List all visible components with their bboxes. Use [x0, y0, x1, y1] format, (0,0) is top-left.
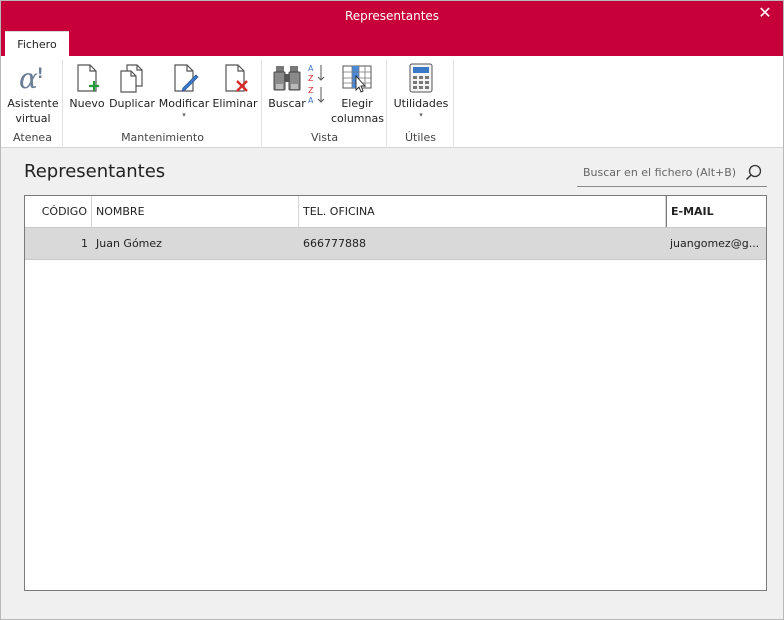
edit-document-icon	[174, 64, 199, 92]
delete-document-icon	[225, 64, 248, 92]
modificar-dropdown-icon: ▾	[182, 111, 186, 119]
group-label-mantenimiento: Mantenimiento	[121, 131, 204, 144]
elegir-columnas-button[interactable]: Elegir columnas	[331, 62, 384, 126]
ribbon-group-mantenimiento: Nuevo Duplicar Modificar ▾ Eliminar Mant…	[64, 60, 262, 146]
ribbon-group-vista: Buscar A Z Z A Elegir columnas Vista	[263, 60, 387, 146]
data-grid: CÓDIGO NOMBRE TEL. OFICINA E-MAIL 1 Juan…	[24, 195, 767, 591]
elegir-label-1: Elegir	[341, 97, 373, 110]
tab-fichero[interactable]: Fichero	[5, 31, 69, 56]
asistente-label-1: Asistente	[7, 97, 59, 110]
ribbon: α ! Asistente virtual Atenea Nuevo Dupli…	[1, 56, 783, 148]
utilidades-dropdown-icon: ▾	[419, 111, 423, 119]
close-button[interactable]: ✕	[755, 3, 775, 23]
search-icon[interactable]	[745, 164, 763, 182]
cell-tel-oficina: 666777888	[303, 237, 366, 250]
cell-nombre: Juan Gómez	[96, 237, 162, 250]
choose-columns-icon	[342, 65, 372, 93]
svg-text:Z: Z	[308, 86, 314, 95]
search-placeholder: Buscar en el fichero (Alt+B)	[583, 166, 737, 179]
window-title: Representantes	[344, 9, 440, 23]
group-label-utiles: Útiles	[405, 131, 436, 144]
cell-codigo: 1	[81, 237, 88, 250]
nuevo-button[interactable]: Nuevo	[68, 62, 106, 111]
column-header-email[interactable]: E-MAIL	[666, 196, 766, 227]
group-label-atenea: Atenea	[13, 131, 52, 144]
search-input[interactable]: Buscar en el fichero (Alt+B)	[577, 161, 767, 187]
svg-text:!: !	[37, 66, 43, 82]
svg-text:A: A	[308, 96, 314, 105]
cell-email: juangomez@g...	[670, 237, 760, 250]
duplicate-icon	[120, 64, 143, 93]
alpha-assistant-icon: α !	[19, 62, 43, 94]
nuevo-label: Nuevo	[69, 97, 105, 110]
modificar-button[interactable]: Modificar ▾	[158, 62, 210, 119]
new-document-icon	[77, 64, 99, 92]
app-window: Representantes ✕ Fichero α ! Asistente v…	[0, 0, 784, 620]
title-bar: Representantes ✕ Fichero	[1, 1, 783, 56]
elegir-label-2: columnas	[331, 112, 384, 125]
utilidades-label: Utilidades	[393, 97, 449, 110]
calculator-icon	[409, 63, 433, 93]
eliminar-button[interactable]: Eliminar	[212, 62, 258, 111]
main-content: Representantes Buscar en el fichero (Alt…	[1, 149, 783, 619]
eliminar-label: Eliminar	[212, 97, 258, 110]
asistente-virtual-button[interactable]: α ! Asistente virtual	[5, 62, 61, 126]
binoculars-icon	[273, 66, 301, 91]
column-header-nombre[interactable]: NOMBRE	[92, 196, 299, 227]
utilidades-button[interactable]: Utilidades ▾	[392, 62, 450, 119]
ribbon-group-utiles: Utilidades ▾ Útiles	[388, 60, 454, 146]
asistente-label-2: virtual	[15, 112, 51, 125]
sort-az-icon: A Z Z A	[308, 64, 325, 105]
group-label-vista: Vista	[310, 131, 339, 144]
buscar-label: Buscar	[268, 97, 306, 110]
duplicar-label: Duplicar	[109, 97, 155, 110]
modificar-label: Modificar	[158, 97, 210, 110]
table-header: CÓDIGO NOMBRE TEL. OFICINA E-MAIL	[25, 196, 766, 228]
table-row[interactable]: 1 Juan Gómez 666777888 juangomez@g...	[25, 228, 766, 260]
svg-text:A: A	[308, 64, 314, 73]
sort-button[interactable]: A Z Z A	[307, 62, 329, 110]
svg-text:Z: Z	[308, 74, 314, 83]
column-header-codigo[interactable]: CÓDIGO	[25, 196, 92, 227]
column-header-tel-oficina[interactable]: TEL. OFICINA	[299, 196, 666, 227]
ribbon-group-atenea: α ! Asistente virtual Atenea	[3, 60, 63, 146]
page-title: Representantes	[24, 161, 166, 182]
duplicar-button[interactable]: Duplicar	[108, 62, 156, 111]
buscar-button[interactable]: Buscar	[267, 62, 307, 111]
svg-text:α: α	[19, 62, 38, 94]
